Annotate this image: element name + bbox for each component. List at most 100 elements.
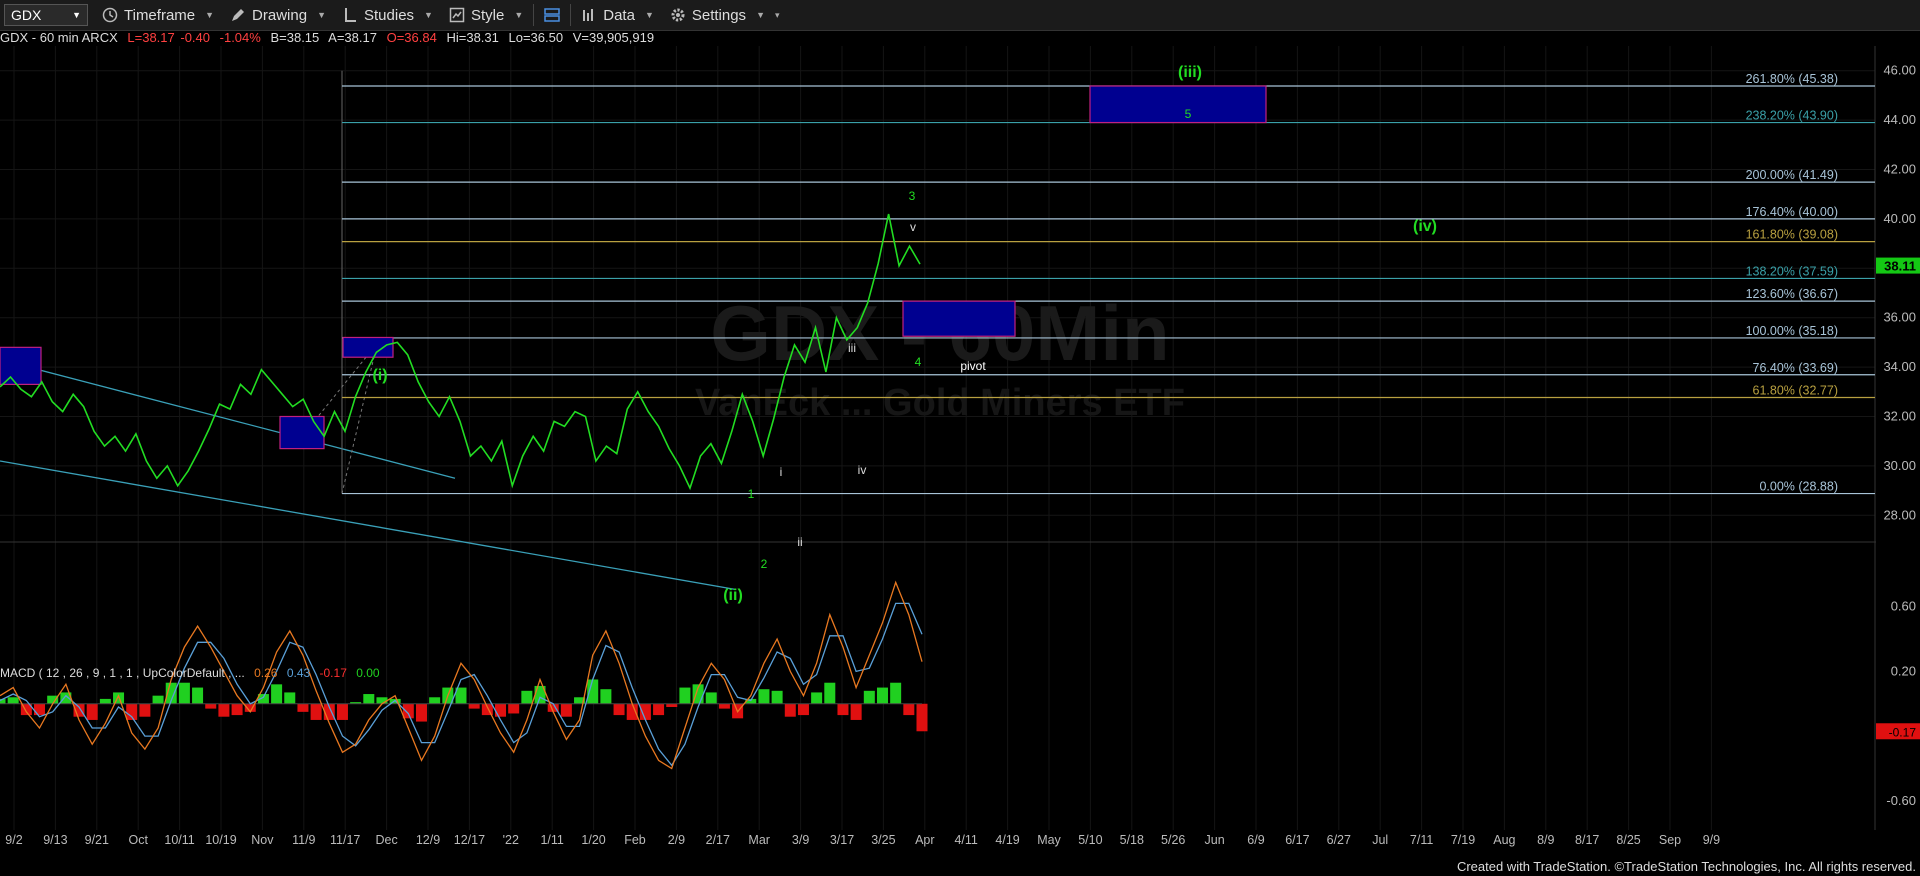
chevron-down-icon: ▼ bbox=[72, 10, 81, 20]
macd-tick-label: 0.20 bbox=[1891, 663, 1916, 678]
wave-label: ii bbox=[797, 535, 802, 549]
price-tick-label: 28.00 bbox=[1883, 507, 1916, 522]
macd-tick-label: 0.60 bbox=[1891, 599, 1916, 614]
watermark-subtitle: VanEck ... Gold Miners ETF bbox=[695, 382, 1185, 424]
time-tick-label: 9/13 bbox=[43, 833, 67, 847]
macd-histogram-bar bbox=[178, 682, 190, 704]
fib-label: 123.60% (36.67) bbox=[1746, 287, 1838, 301]
macd-tick-label: -0.60 bbox=[1886, 793, 1916, 808]
time-tick-label: 11/9 bbox=[292, 833, 315, 847]
macd-histogram-bar bbox=[192, 687, 204, 704]
caret-down-icon: ▼ bbox=[424, 10, 433, 20]
wave-label: 1 bbox=[748, 487, 755, 501]
time-tick-label: Oct bbox=[128, 833, 148, 847]
time-tick-label: 9/21 bbox=[85, 833, 109, 847]
price-tick-label: 40.00 bbox=[1883, 211, 1916, 226]
style-button[interactable]: Style ▼ bbox=[441, 1, 531, 29]
macd-histogram-bar bbox=[903, 703, 915, 716]
fib-label: 261.80% (45.38) bbox=[1746, 72, 1838, 86]
macd-histogram-bar bbox=[205, 703, 217, 709]
time-tick-label: '22 bbox=[503, 833, 519, 847]
time-tick-label: 9/2 bbox=[5, 833, 22, 847]
macd-histogram-bar bbox=[271, 684, 283, 704]
macd-histogram-bar bbox=[679, 687, 691, 704]
caret-down-icon: ▼ bbox=[756, 10, 765, 20]
data-button[interactable]: Data ▼ bbox=[573, 1, 662, 29]
studies-button[interactable]: Studies ▼ bbox=[334, 1, 441, 29]
last-price-label: 38.11 bbox=[1884, 259, 1916, 274]
time-tick-label: 4/11 bbox=[954, 833, 977, 847]
time-tick-label: 12/9 bbox=[416, 833, 440, 847]
time-tick-label: 3/9 bbox=[792, 833, 809, 847]
wave-label: 2 bbox=[761, 557, 768, 571]
macd-histogram-bar bbox=[99, 698, 111, 704]
fib-label: 176.40% (40.00) bbox=[1746, 205, 1838, 219]
time-tick-label: 6/17 bbox=[1285, 833, 1309, 847]
macd-histogram-bar bbox=[468, 703, 480, 709]
more-button[interactable]: ▾ bbox=[773, 1, 782, 29]
macd-histogram-bar bbox=[863, 690, 875, 704]
wave-label: 3 bbox=[909, 189, 916, 203]
studies-label: Studies bbox=[364, 6, 415, 24]
fib-label: 76.40% (33.69) bbox=[1753, 361, 1838, 375]
settings-button[interactable]: Settings ▼ bbox=[662, 1, 773, 29]
time-tick-label: 8/9 bbox=[1537, 833, 1554, 847]
macd-histogram-bar bbox=[7, 697, 19, 704]
timeframe-button[interactable]: Timeframe ▼ bbox=[94, 1, 222, 29]
copyright-footer: Created with TradeStation. ©TradeStation… bbox=[1456, 859, 1916, 874]
time-tick-label: Mar bbox=[748, 833, 770, 847]
gear-icon bbox=[671, 8, 685, 22]
wave-label: 5 bbox=[1185, 107, 1192, 121]
symbol-selector[interactable]: GDX ▼ bbox=[4, 4, 88, 26]
time-tick-label: Jul bbox=[1372, 833, 1388, 847]
time-tick-label: May bbox=[1037, 833, 1061, 847]
drawing-button[interactable]: Drawing ▼ bbox=[222, 1, 334, 29]
time-tick-label: 7/11 bbox=[1410, 833, 1433, 847]
layout-button[interactable] bbox=[536, 1, 568, 29]
pivot-box bbox=[902, 300, 1016, 337]
macd-histogram-bar bbox=[653, 703, 665, 716]
time-tick-label: 12/17 bbox=[454, 833, 485, 847]
fib-label: 61.80% (32.77) bbox=[1753, 383, 1838, 397]
time-tick-label: 8/17 bbox=[1575, 833, 1599, 847]
wave-label: 4 bbox=[915, 355, 922, 369]
price-axis: 28.0030.0032.0034.0036.0038.0040.0042.00… bbox=[1876, 46, 1920, 830]
macd-histogram-bar bbox=[310, 703, 322, 720]
macd-histogram-bar bbox=[600, 689, 612, 704]
macd-value: 0.26 bbox=[254, 666, 278, 680]
macd-histogram-bar bbox=[402, 703, 414, 719]
time-tick-label: Feb bbox=[624, 833, 646, 847]
time-tick-label: 5/26 bbox=[1161, 833, 1185, 847]
price-chart[interactable]: GDX - 60Min VanEck ... Gold Miners ETF 2… bbox=[0, 30, 1920, 876]
time-tick-label: 1/20 bbox=[581, 833, 605, 847]
time-tick-label: 6/9 bbox=[1247, 833, 1264, 847]
macd-histogram-bar bbox=[811, 692, 823, 704]
macd-histogram-bar bbox=[231, 703, 243, 716]
macd-avg-value: 0.43 bbox=[286, 666, 311, 680]
macd-histogram-bar bbox=[415, 703, 427, 722]
fib-label: 200.00% (41.49) bbox=[1746, 168, 1838, 182]
macd-diff-value: -0.17 bbox=[319, 666, 347, 680]
macd-histogram-bar bbox=[705, 692, 717, 704]
clock-icon bbox=[102, 7, 118, 23]
time-tick-label: 3/17 bbox=[830, 833, 854, 847]
pencil-icon bbox=[232, 9, 245, 21]
wave-label: v bbox=[910, 220, 916, 234]
drawing-label: Drawing bbox=[252, 6, 308, 24]
macd-histogram-bar bbox=[824, 682, 836, 704]
macd-histogram-bar bbox=[336, 703, 348, 720]
time-tick-label: 8/25 bbox=[1616, 833, 1640, 847]
support-box-wave-i bbox=[342, 336, 394, 358]
macd-histogram-bar bbox=[837, 703, 849, 716]
fib-label: 0.00% (28.88) bbox=[1759, 480, 1838, 494]
style-label: Style bbox=[470, 6, 505, 24]
time-tick-label: Sep bbox=[1659, 833, 1681, 847]
caret-down-icon: ▼ bbox=[205, 10, 215, 20]
macd-histogram-bar bbox=[297, 703, 309, 712]
toolbar: GDX ▼ Timeframe ▼ Drawing ▼ Studies ▼ St… bbox=[0, 0, 1920, 31]
macd-histogram-bar bbox=[521, 690, 533, 704]
macd-current-label: -0.17 bbox=[1889, 725, 1917, 739]
macd-histogram-bar bbox=[560, 703, 572, 717]
fib-label: 138.20% (37.59) bbox=[1746, 264, 1838, 278]
wave-label: iii bbox=[848, 341, 856, 355]
